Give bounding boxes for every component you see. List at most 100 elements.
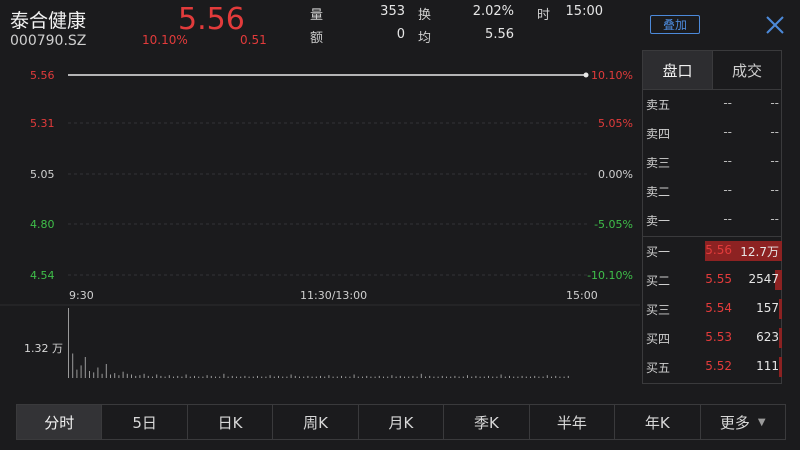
stock-code: 000790.SZ — [10, 33, 87, 49]
ask-row: 卖四 -- -- — [642, 122, 782, 144]
ask-level-label: 卖四 — [646, 127, 671, 141]
volume-bar — [210, 375, 212, 378]
intraday-chart[interactable] — [0, 50, 640, 385]
tab-period-6[interactable]: 半年 — [530, 405, 616, 439]
turnover-label: 换 — [418, 8, 432, 23]
tab-period-3[interactable]: 周K — [273, 405, 359, 439]
tab-period-7[interactable]: 年K — [615, 405, 701, 439]
volume-bar — [374, 376, 376, 378]
change-amount: 0.51 — [240, 33, 267, 47]
percent-tick-label: 5.05% — [598, 117, 633, 130]
volume-bar — [294, 375, 296, 378]
tab-period-4[interactable]: 月K — [359, 405, 445, 439]
volume-bar — [198, 376, 200, 378]
volume-bar — [517, 376, 519, 378]
volume-bar — [357, 376, 359, 378]
volume-bar — [76, 369, 78, 378]
tab-label: 月K — [388, 413, 414, 432]
volume-bar — [534, 375, 536, 378]
ask-price: -- — [723, 154, 732, 168]
volume-bar — [416, 376, 418, 378]
stock-name: 泰合健康 — [10, 10, 87, 32]
volume-bar — [395, 376, 397, 378]
chevron-down-icon: ▼ — [757, 416, 766, 428]
volume-bar — [181, 376, 183, 378]
overlay-button[interactable]: 叠加 — [650, 15, 700, 34]
volume-bar — [341, 375, 342, 378]
volume-bar — [471, 376, 473, 378]
bid-level-label: 买四 — [646, 332, 671, 346]
tab-order-book[interactable]: 盘口 — [642, 50, 713, 90]
volume-bar — [504, 376, 506, 378]
tab-label: 5日 — [132, 413, 157, 432]
volume-bar — [185, 374, 187, 378]
volume-bar — [215, 376, 216, 378]
ask-volume: -- — [770, 125, 779, 139]
change-percent: 10.10% — [142, 33, 188, 47]
close-icon[interactable] — [764, 14, 786, 36]
tab-period-5[interactable]: 季K — [444, 405, 530, 439]
ask-price: -- — [723, 96, 732, 110]
average-label: 均 — [418, 31, 432, 46]
price-tick-label: 4.80 — [30, 218, 55, 231]
volume-bar — [420, 373, 422, 378]
volume-bar — [525, 376, 527, 378]
volume-bar — [320, 375, 321, 378]
volume-bar — [412, 375, 414, 378]
bid-volume-bar — [779, 328, 782, 348]
volume-bar — [131, 374, 132, 378]
volume-bar — [84, 357, 86, 378]
volume-bar — [450, 376, 452, 378]
time-tick-close: 15:00 — [566, 289, 598, 302]
volume-bar — [567, 375, 569, 378]
volume-bar — [332, 376, 334, 378]
tab-period-2[interactable]: 日K — [188, 405, 274, 439]
bid-volume: 157 — [756, 301, 779, 315]
ask-volume: -- — [770, 96, 779, 110]
ask-volume: -- — [770, 183, 779, 197]
volume-bar — [240, 376, 242, 378]
volume-bar — [328, 375, 330, 378]
volume-bar — [408, 376, 410, 378]
volume-bar — [336, 376, 338, 378]
ask-price: -- — [723, 125, 732, 139]
volume-bar — [244, 375, 246, 378]
volume-bar — [236, 376, 237, 378]
bid-price: 5.56 — [705, 243, 732, 257]
bid-row: 买四 5.53 623 — [642, 327, 782, 349]
volume-bar — [89, 371, 90, 378]
tab-period-8[interactable]: 更多 ▼ — [701, 405, 785, 439]
volume-bar — [383, 376, 384, 378]
volume-bar — [299, 376, 300, 378]
bid-volume: 623 — [756, 330, 779, 344]
volume-bar — [441, 375, 443, 378]
volume-bar — [366, 375, 368, 378]
volume-bar — [555, 375, 557, 378]
volume-bar — [282, 376, 284, 378]
volume-bar — [496, 376, 498, 378]
ask-level-label: 卖三 — [646, 156, 671, 170]
volume-bar — [290, 374, 292, 378]
volume-bar — [513, 376, 515, 378]
ask-row: 卖一 -- -- — [642, 209, 782, 231]
period-tabs: 分时 5日 日K 周K 月K 季K 半年 年K 更多 ▼ — [16, 404, 786, 440]
volume-bar — [194, 375, 195, 378]
tab-trades[interactable]: 成交 — [713, 50, 782, 90]
volume-bar — [160, 375, 162, 378]
price-tick-label: 5.05 — [30, 168, 55, 181]
bid-row: 买五 5.52 111 — [642, 356, 782, 378]
percent-tick-label: -10.10% — [587, 269, 633, 282]
volume-bar — [173, 376, 174, 378]
volume-bar — [248, 376, 250, 378]
tab-period-0[interactable]: 分时 — [17, 405, 103, 439]
volume-bar — [433, 376, 435, 378]
volume-bar — [324, 376, 326, 378]
bid-level-label: 买一 — [646, 245, 671, 259]
tab-period-1[interactable]: 5日 — [102, 405, 188, 439]
volume-bar — [206, 375, 208, 378]
volume-bar — [261, 376, 263, 378]
volume-bar — [80, 365, 82, 378]
volume-bar — [189, 376, 191, 378]
volume-bar — [97, 367, 99, 378]
volume-bar — [152, 376, 153, 378]
